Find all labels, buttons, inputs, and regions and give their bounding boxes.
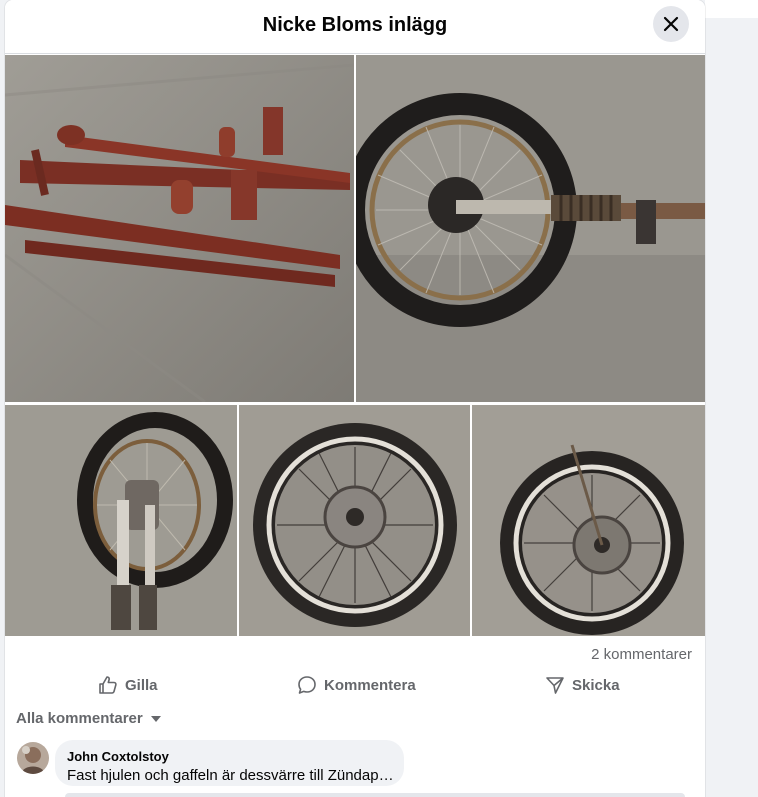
- comments-filter-label: Alla kommentarer: [16, 710, 143, 727]
- share-label: Skicka: [572, 676, 620, 694]
- post-actions-bar: Gilla Kommentera Skicka: [5, 664, 705, 706]
- close-icon: [663, 16, 679, 32]
- comment-composer[interactable]: [65, 793, 685, 797]
- comment-bubble-icon: [298, 676, 316, 694]
- comment-label: Kommentera: [324, 676, 416, 694]
- comment-text: Fast hjulen och gaffeln är dessvärre til…: [67, 767, 397, 784]
- like-label: Gilla: [125, 676, 158, 694]
- send-icon: [546, 677, 564, 694]
- comment-author[interactable]: John Coxtolstoy: [67, 749, 169, 765]
- dialog-title: Nicke Bloms inlägg: [262, 14, 448, 36]
- caret-down-icon: [150, 716, 161, 722]
- like-button[interactable]: Gilla: [98, 664, 158, 706]
- comments-count[interactable]: 2 kommentarer: [591, 645, 692, 665]
- post-photo-frame[interactable]: [5, 55, 354, 402]
- post-dialog: Nicke Bloms inlägg 2 kommentarer Gilla K…: [5, 0, 705, 797]
- dialog-header: Nicke Bloms inlägg: [5, 0, 705, 54]
- page-backdrop: [705, 0, 758, 797]
- share-button[interactable]: Skicka: [545, 664, 620, 706]
- commenter-avatar[interactable]: [17, 742, 49, 774]
- post-photo-wheel-hub-other[interactable]: [472, 405, 705, 636]
- comments-filter-dropdown[interactable]: Alla kommentarer: [16, 709, 161, 729]
- close-button[interactable]: [653, 6, 689, 42]
- thumbs-up-icon: [99, 676, 117, 694]
- post-photo-wheel-hub[interactable]: [239, 405, 470, 636]
- post-photo-wheel-fork-legs[interactable]: [5, 405, 237, 636]
- post-photo-front-wheel[interactable]: [356, 55, 705, 402]
- backdrop-strip: [705, 0, 758, 18]
- comment-button[interactable]: Kommentera: [297, 664, 416, 706]
- comment-bubble: John Coxtolstoy Fast hjulen och gaffeln …: [55, 740, 404, 786]
